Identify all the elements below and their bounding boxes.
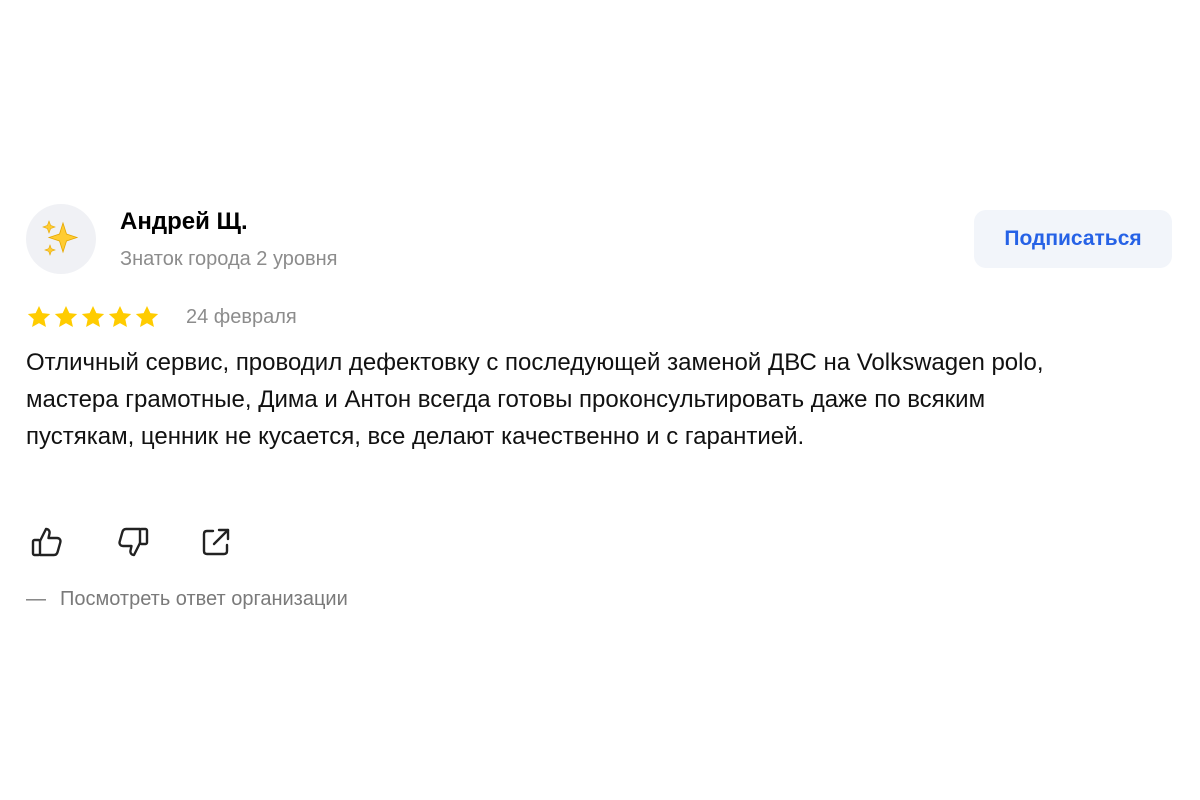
rating-row: 24 февраля [26, 302, 297, 332]
star-icon [135, 305, 159, 327]
star-icon [54, 305, 78, 327]
view-org-reply-link[interactable]: — Посмотреть ответ организации [26, 588, 348, 611]
author-avatar[interactable] [26, 204, 96, 274]
review-date: 24 февраля [186, 305, 297, 328]
review-actions [28, 522, 236, 562]
subscribe-button[interactable]: Подписаться [974, 210, 1172, 268]
rating-stars [26, 304, 160, 330]
dislike-icon [118, 527, 149, 557]
like-button[interactable] [28, 522, 68, 562]
star-icon [108, 305, 132, 327]
star-icon [81, 305, 105, 327]
org-reply-label: Посмотреть ответ организации [60, 588, 348, 610]
review-text: Отличный сервис, проводил дефектовку с п… [26, 349, 1044, 450]
like-icon [31, 527, 62, 557]
dislike-button[interactable] [112, 522, 152, 562]
org-reply-dash: — [26, 588, 46, 610]
author-level: Знаток города 2 уровня [120, 248, 338, 270]
share-icon [202, 528, 230, 556]
share-button[interactable] [196, 522, 236, 562]
sparkles-icon [42, 220, 79, 256]
star-icon [27, 305, 51, 327]
author-name[interactable]: Андрей Щ. [120, 208, 248, 236]
